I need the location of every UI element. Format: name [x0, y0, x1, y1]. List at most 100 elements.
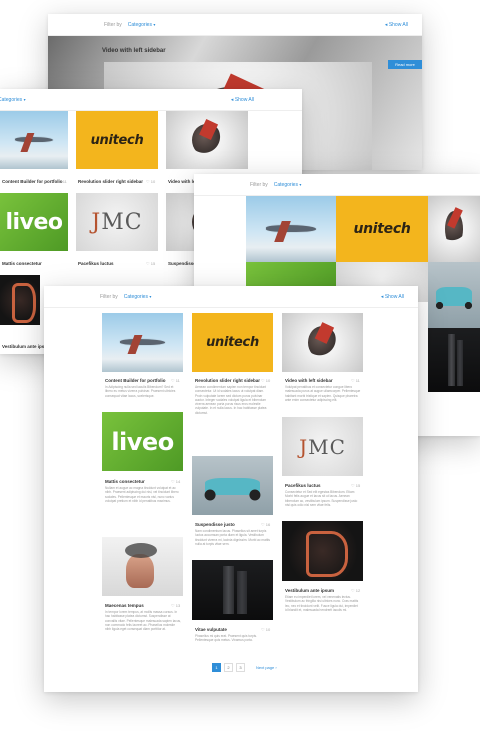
category-dropdown[interactable]: Categories ▾ [128, 22, 156, 28]
portfolio-thumb-glass[interactable] [428, 328, 480, 392]
item-description: In Adipiscing nulla sed iaculis Bibendum… [105, 385, 176, 398]
like-count[interactable]: ♡ 13 [171, 603, 180, 608]
portfolio-thumb-unitech[interactable]: unitech [192, 313, 273, 372]
portfolio-thumb-plane[interactable] [246, 196, 336, 262]
chevron-down-icon: ▾ [153, 21, 156, 27]
page-2-button[interactable]: 2 [224, 663, 233, 672]
heart-icon: ♡ [261, 522, 265, 527]
portfolio-thumb-liveo[interactable]: liveo [102, 412, 183, 471]
portfolio-thumb-unitech[interactable]: unitech [336, 196, 428, 262]
portfolio-thumb-glass[interactable] [192, 560, 273, 620]
show-all-link[interactable]: ◂ Show All [381, 294, 404, 300]
liveo-logo-text: liveo [111, 427, 174, 456]
grid-icon: ◂ [384, 21, 388, 28]
item-title[interactable]: Content Builder for portfolio [105, 378, 166, 383]
like-count[interactable]: ♡ 15 [146, 261, 155, 266]
category-dropdown[interactable]: Categories ▾ [274, 182, 302, 188]
page-1-button[interactable]: 1 [212, 663, 221, 672]
portfolio-thumb-buggy[interactable] [428, 262, 480, 328]
like-count[interactable]: ♡ 10 [261, 627, 270, 632]
item-description: Aenean condimentum sapien non tempor tin… [195, 385, 267, 415]
heart-icon: ♡ [171, 603, 175, 608]
filter-bar: Filter by Categories ▾ ◂ Show All [44, 286, 418, 308]
item-description: Nullam et augue ac magna tincidunt volut… [105, 486, 179, 503]
read-more-button[interactable]: Read more [388, 60, 422, 69]
item-description: Volutpat penatibus et consectetur congue… [285, 385, 361, 402]
portfolio-thumb-face[interactable] [102, 537, 183, 596]
portfolio-thumb-jmc[interactable]: JMC [282, 417, 363, 476]
filter-by-label: Filter by [100, 293, 118, 300]
unitech-logo-text: unitech [353, 221, 411, 237]
show-all-link[interactable]: ◂ Show All [385, 22, 408, 28]
portfolio-thumb-unitech[interactable]: unitech [76, 111, 158, 169]
category-dropdown[interactable]: Categories ▾ [124, 294, 152, 300]
chevron-down-icon: ▾ [149, 293, 152, 299]
like-count[interactable]: ♡ 11 [171, 378, 180, 383]
heart-icon: ♡ [351, 588, 355, 593]
item-description: Phasellus mi quis erat. Praesent quis tu… [195, 634, 258, 643]
pagination: 1 2 3 Next page › [212, 663, 277, 672]
item-title[interactable]: Mattis consectetur [2, 261, 42, 266]
chevron-right-icon: › [275, 665, 277, 670]
heart-icon: ♡ [146, 261, 150, 266]
portfolio-thumb-splash[interactable] [428, 196, 480, 262]
heart-icon: ♡ [146, 179, 150, 184]
show-all-link[interactable]: ◂ Show All [231, 97, 254, 103]
unitech-logo-text: unitech [206, 335, 259, 350]
portfolio-card-front: Filter by Categories ▾ ◂ Show All Conten… [44, 286, 418, 692]
portfolio-thumb-splash[interactable] [282, 313, 363, 372]
item-title[interactable]: Pacefikus luctus [78, 261, 114, 266]
chevron-down-icon: ▾ [299, 181, 302, 187]
heart-icon: ♡ [171, 378, 175, 383]
item-description: Nam condimentum lacus. Phasellus sit ame… [195, 529, 270, 546]
item-description: Etiam eu imperdiet lorem, vel venenatis … [285, 595, 359, 612]
grid-icon: ◂ [230, 96, 234, 103]
item-title[interactable]: Suspendisse justo [195, 522, 235, 527]
unitech-logo-text: unitech [90, 132, 144, 148]
filter-by-label: Filter by [104, 21, 122, 28]
item-title[interactable]: Revolution slider right sidebar [195, 378, 260, 383]
like-count[interactable]: ♡ 15 [351, 483, 360, 488]
item-title[interactable]: Video with left sidebar [285, 378, 333, 383]
filter-bar: Categories ▾ ◂ Show All [0, 89, 302, 111]
item-title[interactable]: Vestibulum ante ipsum [285, 588, 334, 593]
jmc-logo-text: JMC [299, 434, 346, 459]
portfolio-thumb-dark[interactable] [282, 521, 363, 581]
chevron-down-icon: ▾ [23, 96, 26, 102]
like-count[interactable]: ♡ 16 [261, 522, 270, 527]
heart-icon: ♡ [261, 627, 265, 632]
like-count[interactable]: ♡ 10 [261, 378, 270, 383]
item-title[interactable]: Mattis consectetur [105, 479, 145, 484]
portfolio-thumb-dark[interactable] [0, 275, 40, 325]
liveo-logo-text: liveo [5, 209, 63, 235]
heart-icon: ♡ [261, 378, 265, 383]
item-title[interactable]: Revolution slider right sidebar [78, 179, 143, 184]
item-description: Consectetur et Sed elit egestas Bibendum… [285, 490, 358, 507]
item-title[interactable]: Vitae vulputate [195, 627, 227, 632]
next-page-link[interactable]: Next page › [256, 665, 277, 670]
category-dropdown[interactable]: Categories ▾ [0, 97, 26, 103]
portfolio-thumb-liveo[interactable]: liveo [0, 193, 68, 251]
like-count[interactable]: ♡ 11 [351, 378, 360, 383]
portfolio-thumb-plane[interactable] [0, 111, 68, 169]
portfolio-thumb-plane[interactable] [102, 313, 183, 372]
heart-icon: ♡ [58, 179, 62, 184]
portfolio-thumb-jmc[interactable]: JMC [76, 193, 158, 251]
item-title[interactable]: Maecenas tempus [105, 603, 144, 608]
heart-icon: ♡ [171, 479, 175, 484]
portfolio-thumb-splash[interactable] [166, 111, 248, 169]
portfolio-thumb-buggy[interactable] [192, 456, 273, 515]
filter-bar: Filter by Categories ▾ ◂ Show All [48, 14, 422, 36]
heart-icon: ♡ [351, 483, 355, 488]
page-3-button[interactable]: 3 [236, 663, 245, 672]
like-count[interactable]: ♡ 11 [58, 179, 67, 184]
item-title[interactable]: Content Builder for portfolio [2, 179, 63, 184]
page-title: Video with left sidebar [102, 48, 166, 54]
like-count[interactable]: ♡ 10 [146, 179, 155, 184]
like-count[interactable]: ♡ 12 [351, 588, 360, 593]
jmc-logo-text: JMC [91, 209, 143, 235]
grid-icon: ◂ [380, 293, 384, 300]
item-title[interactable]: Pacefikus luctus [285, 483, 321, 488]
heart-icon: ♡ [351, 378, 355, 383]
like-count[interactable]: ♡ 14 [171, 479, 180, 484]
